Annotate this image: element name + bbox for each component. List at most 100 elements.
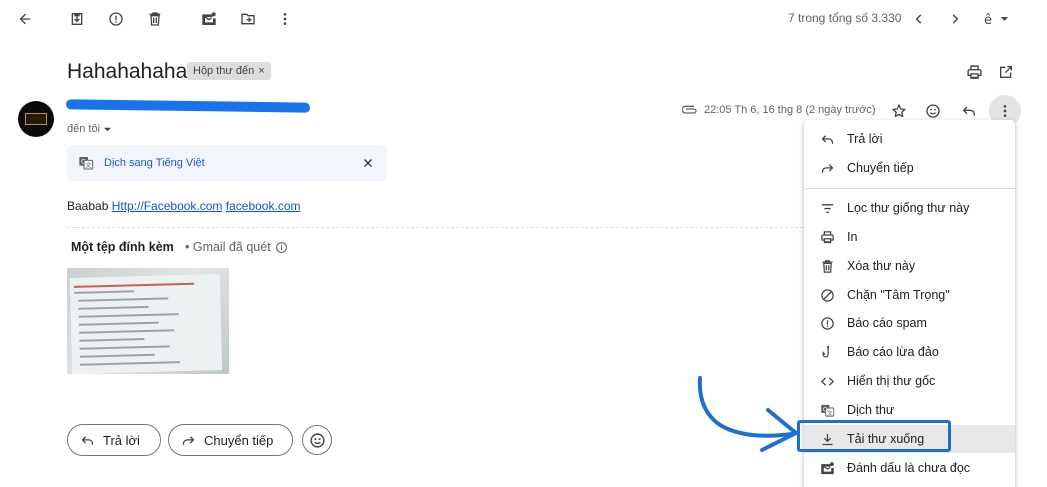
reply-button[interactable]: Trả lời <box>67 424 161 456</box>
chevron-right-icon <box>952 14 959 24</box>
star-icon <box>892 104 906 118</box>
caret-down-icon <box>103 127 112 131</box>
mark-unread-icon <box>202 12 216 25</box>
email-subject: Hahahahaha <box>67 60 188 83</box>
reply-icon <box>81 435 94 445</box>
menu-item-label: Lọc thư giống thư này <box>847 201 970 215</box>
delete-button[interactable] <box>144 8 166 30</box>
attachment-thumbnail[interactable] <box>67 268 229 374</box>
reply-label: Trả lời <box>103 432 140 448</box>
input-tools-button[interactable]: ê <box>980 8 1012 30</box>
report-spam-button[interactable] <box>105 8 127 30</box>
menu-item-label: Báo cáo lừa đảo <box>847 345 939 359</box>
emoji-icon <box>926 104 940 118</box>
more-vert-icon <box>283 13 287 25</box>
translate-banner: G文 Dịch sang Tiếng Việt <box>67 145 387 181</box>
star-button[interactable] <box>888 100 910 122</box>
more-vert-icon <box>1003 105 1007 117</box>
recipient-details[interactable]: đến tôi <box>67 123 112 135</box>
delete-icon <box>822 259 832 273</box>
archive-icon <box>71 13 83 25</box>
mark-unread-button[interactable] <box>198 8 220 30</box>
menu-item-show-original[interactable]: Hiển thị thư gốc <box>804 367 1015 395</box>
back-button[interactable] <box>14 8 36 30</box>
input-tools-icon: ê <box>984 13 1008 27</box>
attachments-title: Một tệp đính kèm <box>71 240 174 254</box>
attachments-divider <box>67 227 803 228</box>
recipient-text: đến tôi <box>67 123 101 135</box>
menu-item-block[interactable]: Chặn "Tâm Trọng" <box>804 281 1015 309</box>
forward-button[interactable]: Chuyển tiếp <box>168 424 293 456</box>
archive-button[interactable] <box>66 8 88 30</box>
info-icon[interactable] <box>275 241 288 254</box>
svg-text:ê: ê <box>984 13 992 27</box>
label-text: Hộp thư đến <box>193 65 255 77</box>
body-link-2[interactable]: facebook.com <box>226 199 301 213</box>
forward-label: Chuyển tiếp <box>204 432 274 448</box>
report-spam-icon <box>109 12 123 26</box>
attachment-indicator <box>681 101 699 117</box>
translate-icon-wrap: G文 <box>77 154 95 172</box>
older-button[interactable] <box>944 8 966 30</box>
move-to-button[interactable] <box>237 8 259 30</box>
menu-item-label: Chuyển tiếp <box>847 161 914 175</box>
menu-item-label: Chặn "Tâm Trọng" <box>847 288 950 302</box>
reply-icon <box>962 106 975 116</box>
scan-text: • Gmail đã quét <box>185 240 271 254</box>
more-options-button[interactable] <box>274 8 296 30</box>
svg-text:文: 文 <box>85 162 91 170</box>
translate-icon: G文 <box>820 404 834 416</box>
open-in-new-icon <box>1000 66 1012 78</box>
attachment-icon <box>682 105 697 114</box>
chevron-left-icon <box>915 14 922 24</box>
newer-button[interactable] <box>908 8 930 30</box>
menu-item-label: Báo cáo spam <box>847 316 927 330</box>
message-more-icon-wrap <box>994 100 1016 122</box>
emoji-icon <box>309 432 325 448</box>
menu-item-label: Dịch thư <box>847 403 895 417</box>
reaction-button[interactable] <box>302 425 332 455</box>
email-body: Baabab Http://Facebook.com facebook.com <box>67 199 301 213</box>
message-count: 7 trong tổng số 3.330 <box>788 11 902 25</box>
menu-item-filter[interactable]: Lọc thư giống thư này <box>804 194 1015 222</box>
menu-item-print[interactable]: In <box>804 223 1015 251</box>
code-icon <box>820 376 834 386</box>
print-all-button[interactable] <box>963 61 985 83</box>
body-text-prefix: Baabab <box>67 199 109 213</box>
block-icon <box>820 288 834 302</box>
arrow-back-icon <box>19 13 31 25</box>
menu-item-reply[interactable]: Trả lời <box>804 125 1015 153</box>
email-date: 22:05 Th 6, 16 thg 8 (2 ngày trước) <box>704 104 876 116</box>
redacted-sender-name <box>65 99 311 113</box>
menu-item-delete[interactable]: Xóa thư này <box>804 252 1015 280</box>
close-translate-button[interactable] <box>359 154 377 172</box>
forward-icon <box>821 163 833 173</box>
translate-link[interactable]: Dịch sang Tiếng Việt <box>104 157 205 169</box>
menu-item-report-spam[interactable]: Báo cáo spam <box>804 309 1015 337</box>
body-link-1[interactable]: Http://Facebook.com <box>112 199 223 213</box>
annotation-arrow <box>697 376 798 452</box>
open-new-window-button[interactable] <box>995 61 1017 83</box>
annotation-highlight-box <box>797 420 951 452</box>
print-icon <box>820 230 834 243</box>
menu-item-forward[interactable]: Chuyển tiếp <box>804 154 1015 182</box>
delete-icon <box>149 12 161 26</box>
print-icon <box>966 64 982 79</box>
forward-icon <box>182 435 195 445</box>
translate-icon: G文 <box>79 157 94 170</box>
menu-item-report-phishing[interactable]: Báo cáo lừa đảo <box>804 338 1015 366</box>
attachments-scan-status: • Gmail đã quét <box>185 240 288 254</box>
inbox-label-chip[interactable]: Hộp thư đến × <box>187 62 271 80</box>
add-reaction-button[interactable] <box>922 100 944 122</box>
move-to-icon <box>241 13 255 25</box>
menu-item-label: In <box>847 230 858 244</box>
reply-quick-button[interactable] <box>958 100 980 122</box>
mark-unread-icon <box>820 461 834 474</box>
phishing-hook-icon <box>822 345 829 357</box>
menu-item-mark-unread[interactable]: Đánh dấu là chưa đọc <box>804 454 1015 482</box>
report-spam-icon <box>820 316 834 330</box>
remove-label-button[interactable]: × <box>258 65 264 77</box>
menu-item-label: Xóa thư này <box>847 259 916 273</box>
sender-avatar[interactable] <box>18 101 54 137</box>
thumbnail-document-image <box>69 274 223 374</box>
